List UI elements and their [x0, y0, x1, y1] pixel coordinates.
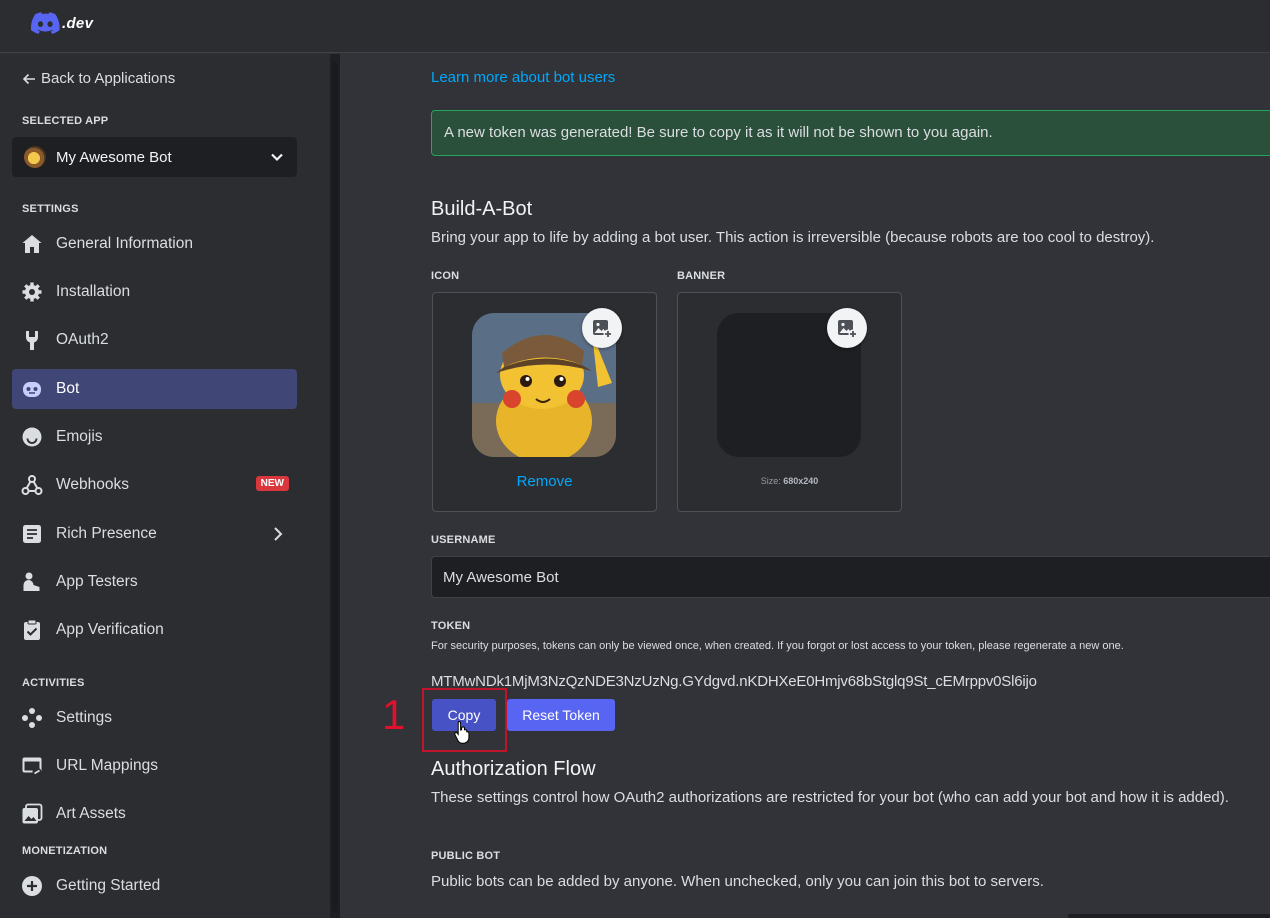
person-icon: [20, 570, 44, 594]
image-stack-icon: [20, 802, 44, 826]
discord-logo-icon: [30, 12, 60, 34]
sidebar-item-label: Getting Started: [56, 877, 161, 894]
public-bot-label: PUBLIC BOT: [431, 850, 501, 862]
public-bot-description: Public bots can be added by anyone. When…: [431, 873, 1044, 890]
sidebar-item-label: Rich Presence: [56, 525, 157, 542]
monetization-heading: MONETIZATION: [22, 845, 108, 857]
icon-upload-box[interactable]: Remove: [432, 292, 657, 512]
sidebar-item-oauth2[interactable]: OAuth2: [12, 320, 297, 360]
sidebar-scrollbar-thumb[interactable]: [332, 62, 338, 912]
sidebar-item-rich-presence[interactable]: Rich Presence: [12, 514, 297, 554]
add-image-icon: [593, 320, 613, 339]
wrench-icon: [20, 328, 44, 352]
annotation-step-number: 1: [382, 691, 406, 738]
gear-icon: [20, 280, 44, 304]
app-avatar: [24, 146, 46, 168]
sidebar-item-emojis[interactable]: Emojis: [12, 417, 297, 457]
selected-app-name: My Awesome Bot: [56, 148, 172, 166]
settings-heading: SETTINGS: [22, 203, 79, 215]
banner-label: BANNER: [677, 270, 726, 282]
sidebar-item-label: Webhooks: [56, 476, 129, 493]
main-content: Learn more about bot users A new token w…: [340, 54, 1270, 918]
size-value: 680x240: [783, 476, 819, 486]
banner-upload-box[interactable]: Size: 680x240: [677, 292, 902, 512]
remove-icon-link[interactable]: Remove: [433, 473, 656, 490]
sidebar-item-art-assets[interactable]: Art Assets: [12, 794, 297, 834]
sidebar-item-webhooks[interactable]: Webhooks NEW: [12, 465, 297, 505]
activities-heading: ACTIVITIES: [22, 677, 85, 689]
sidebar-item-getting-started[interactable]: Getting Started: [12, 866, 297, 906]
reset-token-button[interactable]: Reset Token: [507, 699, 615, 731]
token-value: MTMwNDk1MjM3NzQzNDE3NzUzNg.GYdgvd.nKDHXe…: [431, 673, 1037, 690]
icon-label: ICON: [431, 270, 460, 282]
sidebar-item-app-verification[interactable]: App Verification: [12, 610, 297, 650]
username-input[interactable]: [431, 556, 1270, 598]
sidebar-item-bot[interactable]: Bot: [12, 369, 297, 409]
discord-dev-logo[interactable]: .dev: [30, 12, 93, 34]
add-image-icon: [838, 320, 858, 339]
sidebar-scrollbar[interactable]: [330, 54, 340, 918]
document-icon: [20, 522, 44, 546]
banner-size-hint: Size: 680x240: [678, 476, 901, 486]
home-icon: [20, 232, 44, 256]
selected-app-heading: SELECTED APP: [22, 115, 109, 127]
sidebar-item-label: General Information: [56, 235, 193, 252]
bot-icon: [20, 377, 44, 401]
build-a-bot-title: Build-A-Bot: [431, 198, 533, 220]
app-selector-dropdown[interactable]: My Awesome Bot: [12, 137, 297, 177]
sidebar-item-label: Emojis: [56, 428, 103, 445]
sidebar-item-label: URL Mappings: [56, 757, 158, 774]
top-bar: .dev: [0, 0, 1270, 53]
sidebar-item-label: App Testers: [56, 573, 138, 590]
gamepad-icon: [20, 706, 44, 730]
change-icon-button[interactable]: [582, 308, 622, 348]
sidebar-item-label: Art Assets: [56, 805, 126, 822]
size-prefix: Size:: [760, 476, 781, 486]
sidebar-item-label: OAuth2: [56, 331, 109, 348]
sidebar-item-label: Installation: [56, 283, 131, 300]
back-link-label: Back to Applications: [41, 70, 176, 87]
back-to-applications-link[interactable]: Back to Applications: [22, 70, 175, 87]
link-window-icon: [20, 754, 44, 778]
sidebar-item-activity-settings[interactable]: Settings: [12, 698, 297, 738]
chevron-down-icon: [271, 153, 283, 162]
token-label: TOKEN: [431, 620, 471, 632]
username-label: USERNAME: [431, 534, 496, 546]
webhook-icon: [20, 473, 44, 497]
sidebar-item-app-testers[interactable]: App Testers: [12, 562, 297, 602]
horizontal-scrollbar[interactable]: [1068, 914, 1270, 918]
authorization-flow-description: These settings control how OAuth2 author…: [431, 789, 1229, 806]
smile-icon: [20, 425, 44, 449]
sidebar-item-general-information[interactable]: General Information: [12, 224, 297, 264]
authorization-flow-title: Authorization Flow: [431, 758, 596, 780]
arrow-left-icon: [22, 73, 35, 84]
clipboard-check-icon: [20, 618, 44, 642]
sidebar-item-label: App Verification: [56, 621, 164, 638]
chevron-right-icon: [274, 527, 283, 541]
sidebar-item-url-mappings[interactable]: URL Mappings: [12, 746, 297, 786]
sidebar: Back to Applications SELECTED APP My Awe…: [0, 54, 330, 918]
sidebar-item-label: Bot: [56, 380, 80, 397]
token-generated-alert: A new token was generated! Be sure to co…: [431, 110, 1270, 156]
sidebar-item-installation[interactable]: Installation: [12, 272, 297, 312]
build-a-bot-description: Bring your app to life by adding a bot u…: [431, 229, 1155, 246]
logo-text: .dev: [62, 14, 94, 32]
new-badge: NEW: [255, 476, 289, 491]
learn-more-bot-users-link[interactable]: Learn more about bot users: [431, 69, 615, 86]
add-banner-button[interactable]: [827, 308, 867, 348]
hand-cursor-icon: [454, 720, 470, 744]
plus-circle-icon: [20, 874, 44, 898]
token-description: For security purposes, tokens can only b…: [431, 640, 1124, 652]
sidebar-item-label: Settings: [56, 709, 113, 726]
